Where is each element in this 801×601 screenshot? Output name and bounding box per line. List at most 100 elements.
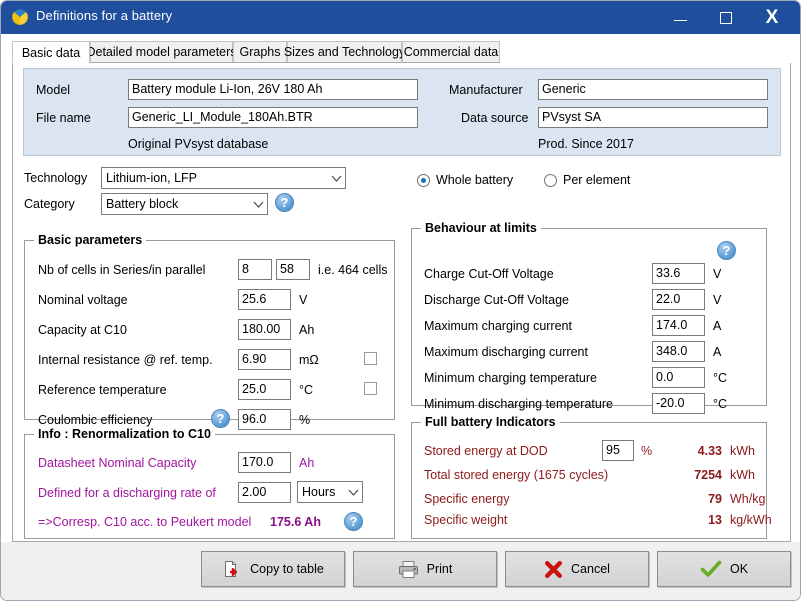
nominal-voltage-label: Nominal voltage	[38, 293, 128, 307]
behaviour-at-limits-group: Behaviour at limits ? Charge Cut-Off Vol…	[411, 221, 767, 414]
total-stored-energy-label: Total stored energy (1675 cycles)	[424, 468, 609, 482]
coulombic-efficiency-label: Coulombic efficiency	[38, 413, 153, 427]
cancel-button[interactable]: Cancel	[505, 551, 649, 587]
window-title: Definitions for a battery	[36, 8, 173, 23]
capacity-c10-unit: Ah	[299, 323, 315, 337]
close-icon: X	[765, 7, 779, 28]
chevron-down-icon	[344, 482, 362, 502]
internal-resistance-checkbox[interactable]	[364, 352, 377, 365]
file-name-input[interactable]: Generic_LI_Module_180Ah.BTR	[128, 107, 418, 128]
charge-cutoff-voltage-unit: V	[713, 267, 722, 281]
radio-whole-battery-label: Whole battery	[436, 173, 514, 187]
technology-select[interactable]: Lithium-ion, LFP	[101, 167, 346, 189]
radio-whole-battery[interactable]: Whole battery	[417, 173, 513, 187]
radio-per-element[interactable]: Per element	[544, 173, 630, 187]
title-bar: Definitions for a battery X	[1, 1, 800, 34]
reference-temperature-input[interactable]: 25.0	[238, 379, 291, 400]
nominal-voltage-input[interactable]: 25.6	[238, 289, 291, 310]
close-button[interactable]: X	[749, 1, 795, 34]
model-input[interactable]: Battery module Li-Ion, 26V 180 Ah	[128, 79, 418, 100]
minimize-icon	[673, 19, 687, 21]
technology-select-value: Lithium-ion, LFP	[106, 171, 198, 185]
specific-energy-label: Specific energy	[424, 492, 510, 506]
chevron-down-icon	[249, 194, 267, 214]
capacity-c10-input[interactable]: 180.00	[238, 319, 291, 340]
technology-label: Technology	[24, 171, 88, 185]
printer-icon	[398, 560, 419, 579]
full-battery-indicators-group: Full battery Indicators Stored energy at…	[411, 415, 772, 539]
model-label: Model	[36, 83, 71, 97]
reference-temperature-unit: °C	[299, 383, 314, 397]
max-charging-current-input[interactable]: 174.0	[652, 315, 705, 336]
stored-energy-dod-label: Stored energy at DOD	[424, 444, 548, 458]
internal-resistance-label: Internal resistance @ ref. temp.	[38, 353, 213, 367]
coulombic-efficiency-unit: %	[299, 413, 311, 427]
min-discharging-temperature-unit: °C	[713, 397, 728, 411]
manufacturer-input[interactable]: Generic	[538, 79, 768, 100]
category-select[interactable]: Battery block	[101, 193, 268, 215]
file-name-label: File name	[36, 111, 91, 125]
tab-graphs[interactable]: Graphs	[233, 41, 287, 63]
tab-sizes-and-technology[interactable]: Sizes and Technology	[284, 41, 405, 63]
category-select-value: Battery block	[106, 197, 179, 211]
maximize-button[interactable]	[703, 1, 749, 34]
production-note: Prod. Since 2017	[538, 137, 634, 151]
print-button[interactable]: Print	[353, 551, 497, 587]
min-charging-temperature-input[interactable]: 0.0	[652, 367, 705, 388]
pvsyst-logo-icon	[12, 9, 28, 25]
cells-series-parallel-label: Nb of cells in Series/in parallel	[38, 263, 206, 277]
print-label: Print	[426, 562, 453, 576]
specific-weight-unit: kg/kWh	[730, 513, 772, 527]
max-discharging-current-label: Maximum discharging current	[424, 345, 588, 359]
min-discharging-temperature-input[interactable]: -20.0	[652, 393, 705, 414]
total-stored-energy-value: 7254	[694, 468, 722, 482]
peukert-help-icon[interactable]: ?	[344, 512, 363, 531]
manufacturer-label: Manufacturer	[449, 83, 523, 97]
discharging-rate-input[interactable]: 2.00	[238, 482, 291, 503]
peukert-result-value: 175.6 Ah	[270, 515, 321, 529]
tab-basic-data[interactable]: Basic data	[12, 41, 90, 64]
category-help-icon[interactable]: ?	[275, 193, 294, 212]
datasheet-capacity-unit: Ah	[299, 456, 315, 470]
tab-bar: Basic data Detailed model parameters Gra…	[12, 41, 791, 64]
maximize-icon	[720, 11, 732, 24]
discharging-rate-label: Defined for a discharging rate of	[38, 486, 216, 500]
datasheet-capacity-input[interactable]: 170.0	[238, 452, 291, 473]
copy-to-table-label: Copy to table	[250, 562, 324, 576]
battery-definition-dialog: Definitions for a battery X Basic data D…	[0, 0, 801, 601]
coulombic-efficiency-input[interactable]: 96.0	[238, 409, 291, 430]
internal-resistance-input[interactable]: 6.90	[238, 349, 291, 370]
discharge-cutoff-voltage-label: Discharge Cut-Off Voltage	[424, 293, 569, 307]
data-source-input[interactable]: PVsyst SA	[538, 107, 768, 128]
ok-checkmark-icon	[700, 560, 722, 579]
ok-button[interactable]: OK	[657, 551, 791, 587]
max-discharging-current-input[interactable]: 348.0	[652, 341, 705, 362]
specific-energy-value: 79	[708, 492, 722, 506]
cancel-label: Cancel	[571, 562, 610, 576]
coulombic-efficiency-help-icon[interactable]: ?	[211, 409, 230, 428]
copy-to-table-icon	[222, 559, 242, 579]
basic-parameters-title: Basic parameters	[34, 233, 147, 247]
charge-cutoff-voltage-input[interactable]: 33.6	[652, 263, 705, 284]
total-cells-note: i.e. 464 cells	[318, 263, 388, 277]
tab-detailed-model-parameters[interactable]: Detailed model parameters	[86, 41, 237, 63]
specific-energy-unit: Wh/kg	[730, 492, 766, 506]
tab-commercial-data[interactable]: Commercial data	[402, 41, 500, 63]
discharge-cutoff-voltage-unit: V	[713, 293, 722, 307]
content-pane: Model Battery module Li-Ion, 26V 180 Ah …	[12, 63, 791, 542]
full-battery-indicators-title: Full battery Indicators	[421, 415, 560, 429]
cells-in-series-input[interactable]: 8	[238, 259, 272, 280]
behaviour-help-icon[interactable]: ?	[717, 241, 736, 260]
copy-to-table-button[interactable]: Copy to table	[201, 551, 345, 587]
discharging-rate-unit-select[interactable]: Hours	[297, 481, 363, 503]
minimize-button[interactable]	[657, 1, 703, 34]
identification-panel: Model Battery module Li-Ion, 26V 180 Ah …	[23, 68, 781, 156]
capacity-c10-label: Capacity at C10	[38, 323, 127, 337]
discharge-cutoff-voltage-input[interactable]: 22.0	[652, 289, 705, 310]
total-stored-energy-unit: kWh	[730, 468, 755, 482]
renormalization-title: Info : Renormalization to C10	[34, 427, 215, 441]
internal-resistance-unit: mΩ	[299, 353, 319, 367]
discharging-rate-unit-value: Hours	[302, 485, 336, 499]
cells-in-parallel-input[interactable]: 58	[276, 259, 310, 280]
reference-temperature-checkbox[interactable]	[364, 382, 377, 395]
